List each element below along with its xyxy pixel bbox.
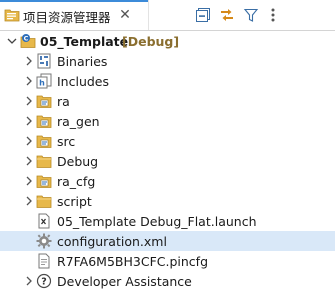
tree-item[interactable]: ra_gen (0, 111, 335, 131)
project-explorer-icon (4, 8, 20, 22)
chevron-right-icon[interactable] (23, 195, 35, 207)
project-build-config: [Debug] (122, 34, 180, 49)
chevron-down-icon[interactable] (6, 35, 18, 47)
chevron-right-icon[interactable] (23, 115, 35, 127)
tree-item-label: Debug (57, 154, 99, 169)
tree-item[interactable]: h Includes (0, 71, 335, 91)
chevron-right-icon[interactable] (23, 135, 35, 147)
tree-item-label: configuration.xml (57, 234, 167, 249)
tree-item-label: ra_cfg (57, 174, 96, 189)
tree-item-label: R7FA6M5BH3CFC.pincfg (57, 254, 209, 269)
tree-item-label: Binaries (57, 54, 108, 69)
svg-text:h: h (39, 79, 45, 88)
chevron-right-icon[interactable] (23, 275, 35, 287)
tree-item[interactable]: R7FA6M5BH3CFC.pincfg (0, 251, 335, 271)
c-project-icon: C (20, 33, 36, 49)
tree-item-project[interactable]: C 05_Template [Debug] (0, 31, 335, 51)
tree-item-label: Includes (57, 74, 110, 89)
link-with-editor-icon[interactable] (219, 7, 235, 23)
folder-icon (36, 153, 52, 169)
file-icon (36, 253, 52, 269)
tree-item-label: script (57, 194, 92, 209)
folder-icon (36, 193, 52, 209)
project-explorer-tab[interactable]: 项目资源管理器 ✕ (0, 0, 149, 30)
filter-icon[interactable] (243, 7, 259, 23)
view-tab-bar: 项目资源管理器 ✕ (0, 0, 335, 31)
tree-item[interactable]: ? Developer Assistance (0, 271, 335, 291)
chevron-right-icon[interactable] (23, 55, 35, 67)
tree-item[interactable]: Debug (0, 151, 335, 171)
chevron-right-icon[interactable] (23, 75, 35, 87)
chevron-right-icon[interactable] (23, 175, 35, 187)
tab-title: 项目资源管理器 (23, 10, 111, 25)
project-tree: C 05_Template [Debug] Binaries h Includes r… (0, 31, 335, 291)
tree-item-label: Developer Assistance (57, 274, 192, 289)
includes-icon: h (36, 73, 52, 89)
source-folder-icon (36, 133, 52, 149)
project-name: 05_Template (40, 34, 129, 49)
chevron-right-icon[interactable] (23, 155, 35, 167)
launch-file-icon (36, 213, 52, 229)
tree-item[interactable]: 05_Template Debug_Flat.launch (0, 211, 335, 231)
tree-item-label: ra (57, 94, 70, 109)
active-tab-indicator (0, 0, 148, 2)
svg-text:C: C (24, 34, 29, 42)
tree-item[interactable]: ra (0, 91, 335, 111)
tree-item[interactable]: script (0, 191, 335, 211)
collapse-all-icon[interactable] (195, 7, 211, 23)
source-folder-icon (36, 113, 52, 129)
developer-assistance-icon: ? (36, 273, 52, 289)
chevron-right-icon[interactable] (23, 95, 35, 107)
source-folder-icon (36, 93, 52, 109)
binaries-icon (36, 53, 52, 69)
svg-text:?: ? (41, 277, 47, 288)
configuration-gear-icon (36, 233, 52, 249)
tree-item[interactable]: src (0, 131, 335, 151)
tree-item[interactable]: ra_cfg (0, 171, 335, 191)
close-icon[interactable]: ✕ (118, 8, 132, 22)
source-folder-icon (36, 173, 52, 189)
tree-item-label: src (57, 134, 76, 149)
view-menu-icon[interactable] (265, 7, 281, 23)
tree-item[interactable]: Binaries (0, 51, 335, 71)
tree-item[interactable]: configuration.xml (0, 231, 335, 251)
tree-item-label: ra_gen (57, 114, 100, 129)
tree-item-label: 05_Template Debug_Flat.launch (57, 214, 257, 229)
